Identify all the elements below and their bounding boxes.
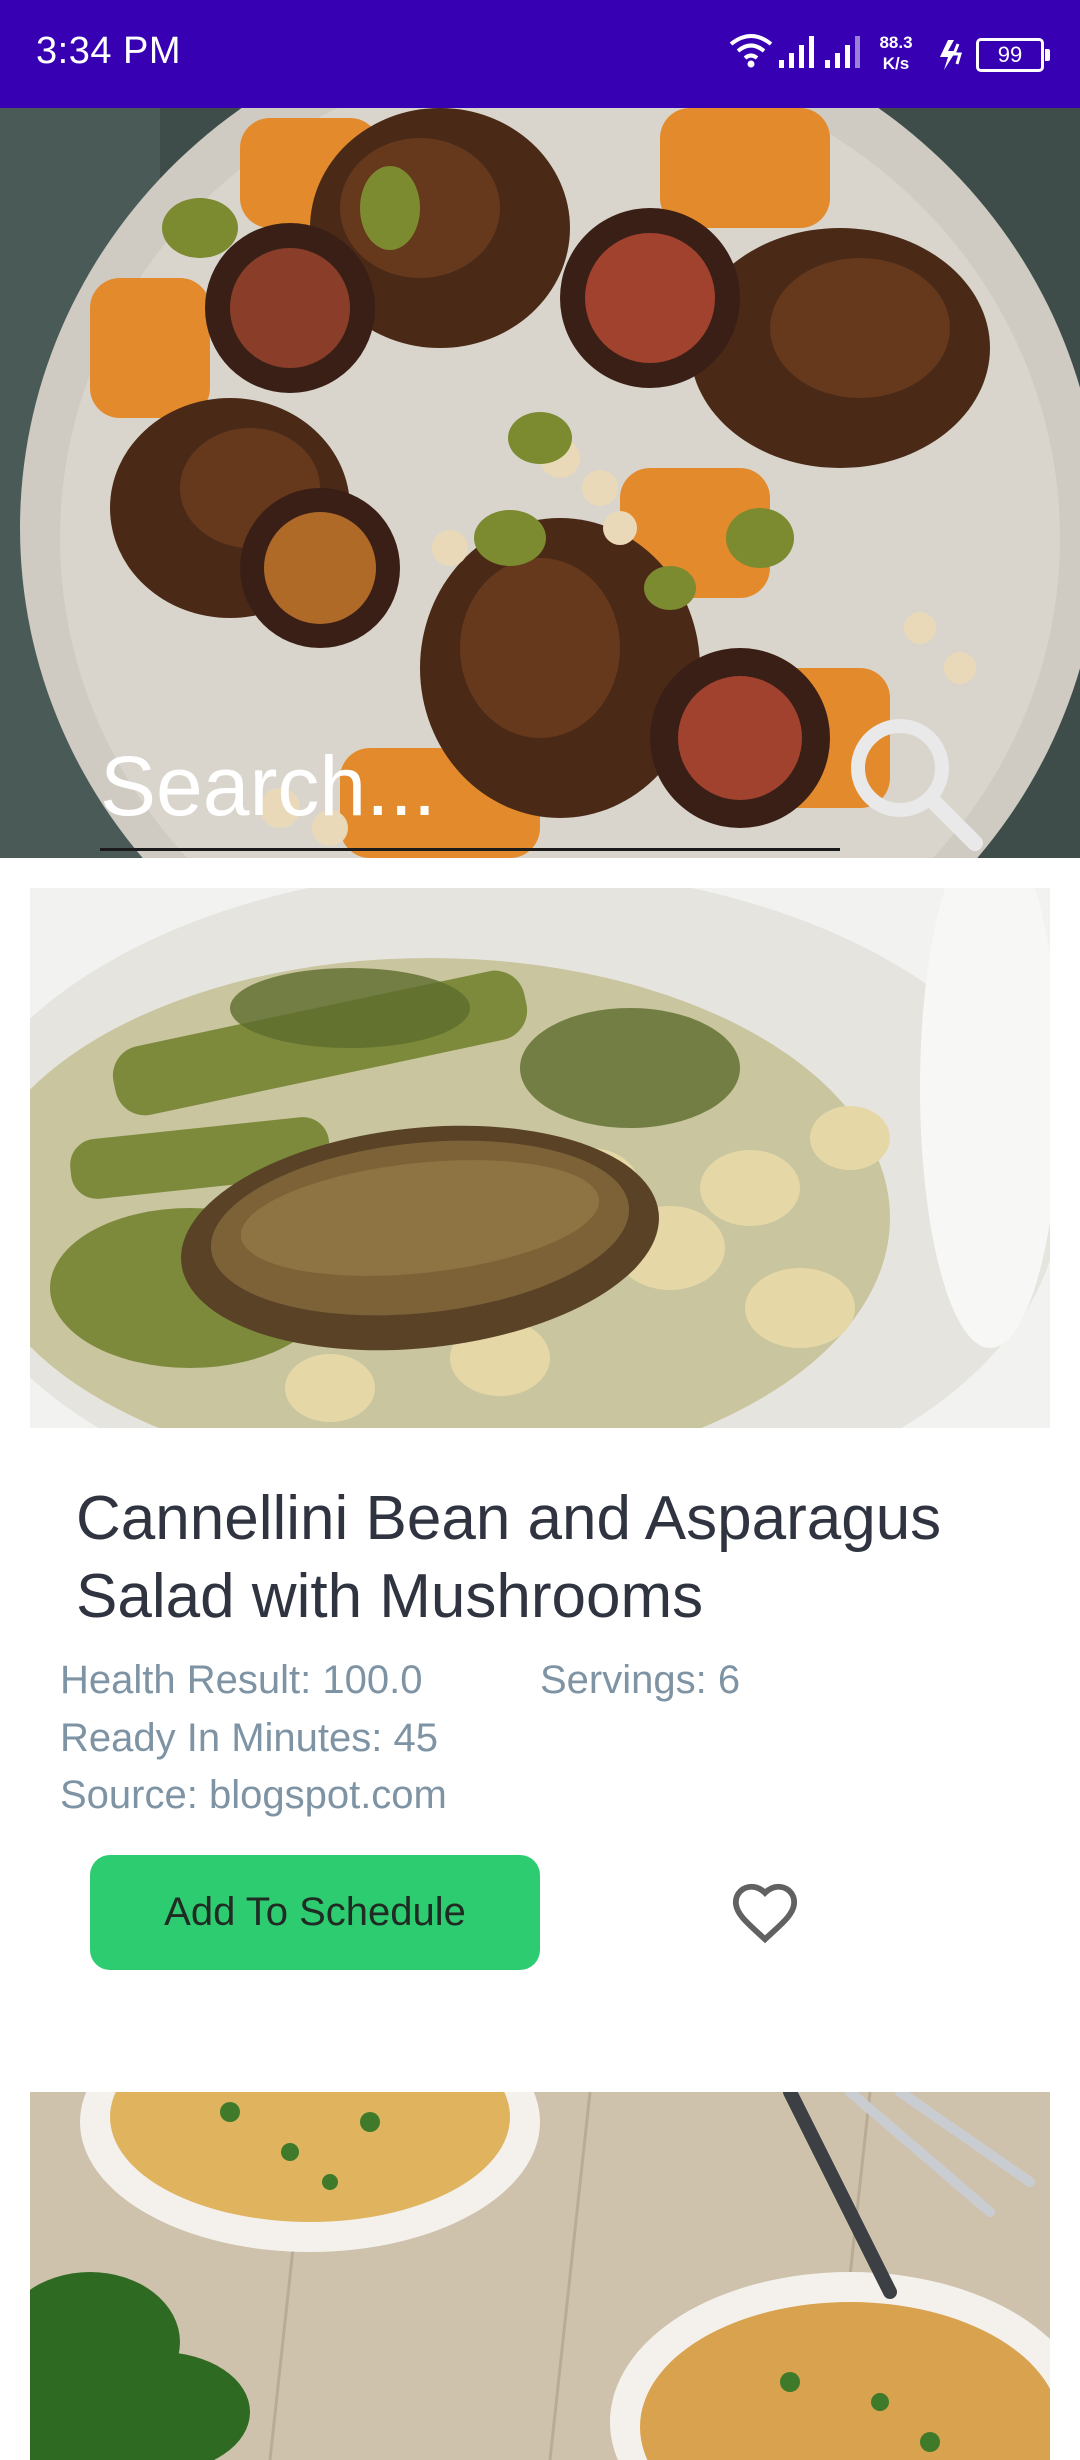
recipe-image[interactable] — [30, 888, 1050, 1428]
network-speed-unit: K/s — [882, 54, 910, 73]
recipe-source[interactable]: Source: blogspot.com — [60, 1773, 447, 1818]
search-icon[interactable] — [840, 708, 990, 858]
status-time: 3:34 PM — [36, 30, 182, 72]
add-to-schedule-button[interactable]: Add To Schedule — [90, 1855, 540, 1970]
status-icons: 88.3 K/s 99 — [664, 28, 1050, 80]
battery-icon: 99 — [976, 38, 1050, 72]
signal-icon — [825, 36, 860, 68]
recipe-image[interactable] — [30, 2092, 1050, 2460]
search-header — [0, 108, 1080, 858]
search-input[interactable] — [100, 726, 840, 846]
network-speed-value: 88.3 — [879, 33, 913, 52]
charge-icon — [940, 40, 963, 70]
heart-outline-icon[interactable] — [730, 1878, 800, 1948]
health-result: Health Result: 100.0 — [60, 1658, 423, 1702]
wifi-icon — [729, 34, 773, 68]
status-bar: 3:34 PM 88.3 K/s 99 — [0, 0, 1080, 108]
search-underline — [100, 848, 840, 851]
network-speed: 88.3 K/s — [868, 32, 924, 74]
recipe-title[interactable]: Cannellini Bean and Asparagus Salad with… — [76, 1480, 1036, 1636]
ready-in-minutes: Ready In Minutes: 45 — [60, 1716, 438, 1760]
servings: Servings: 6 — [540, 1658, 741, 1702]
signal-icon — [779, 36, 814, 68]
